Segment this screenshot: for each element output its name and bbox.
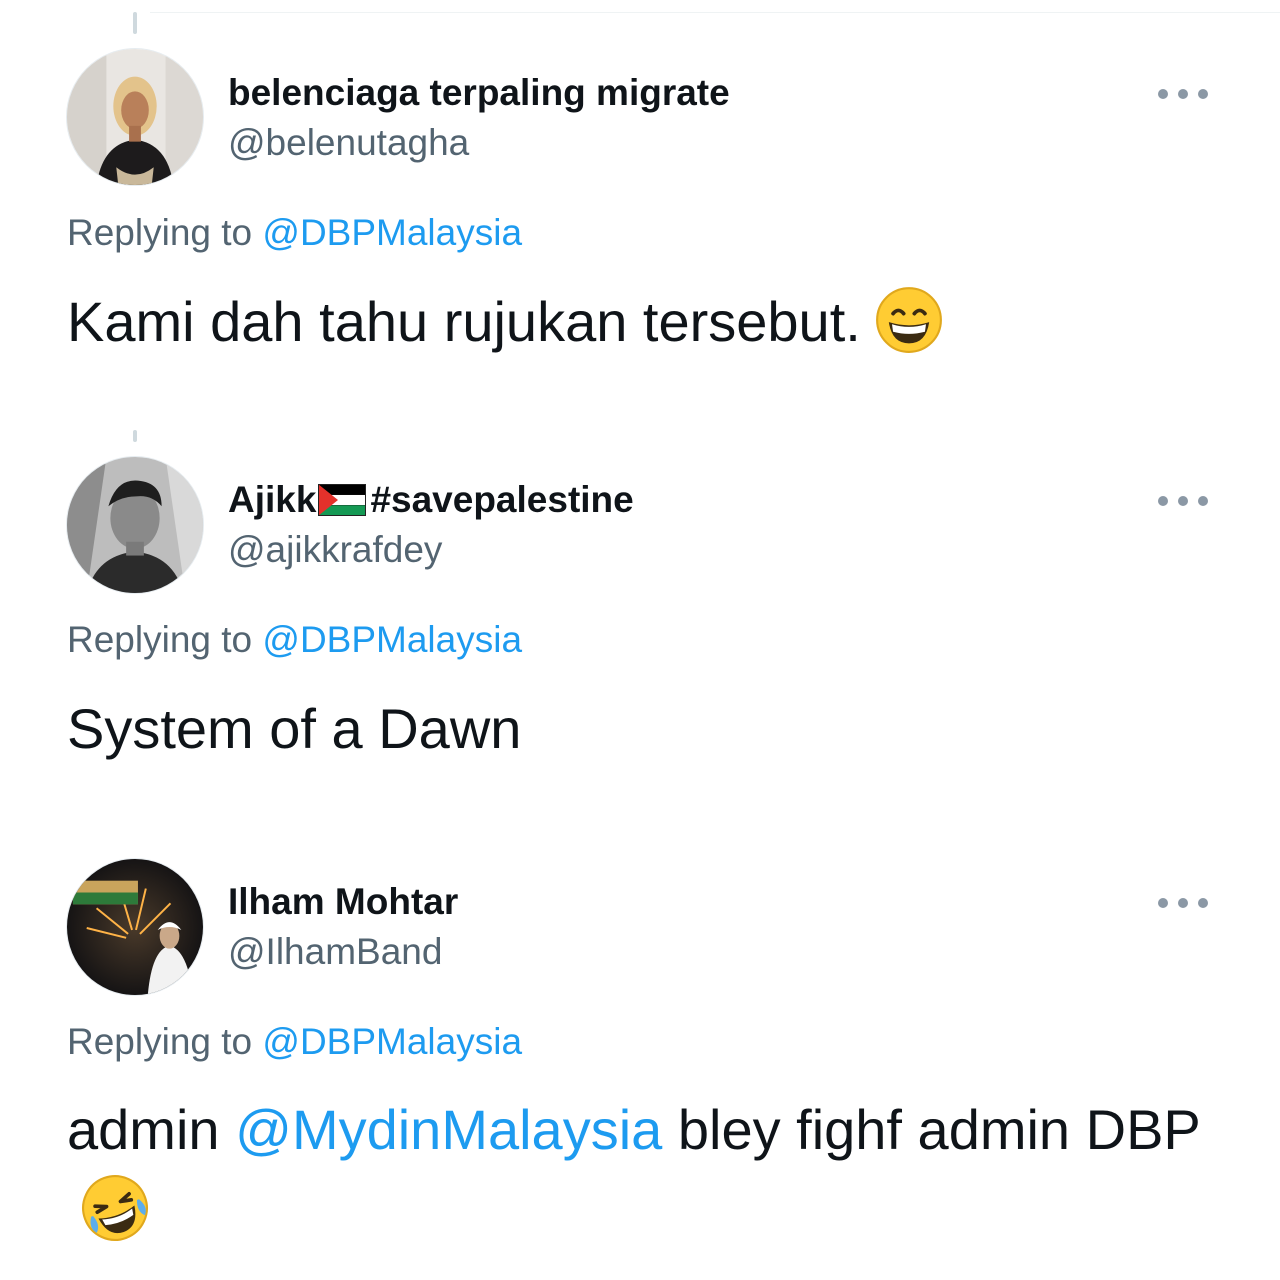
display-name-text: Ilham Mohtar [228,881,459,922]
handle[interactable]: @ajikkrafdey [228,528,442,572]
more-dot-icon [1158,496,1168,506]
replying-to-mention-link[interactable]: @DBPMalaysia [262,1021,522,1062]
more-dot-icon [1198,496,1208,506]
more-dot-icon [1198,898,1208,908]
more-options-button[interactable] [1158,491,1208,511]
avatar[interactable] [66,456,204,594]
tweet-3[interactable]: Ilham Mohtar @IlhamBand Replying to @DBP… [0,800,1280,1280]
display-name[interactable]: belenciaga terpaling migrate [228,71,730,115]
more-options-button[interactable] [1158,84,1208,104]
replying-to-mention-link[interactable]: @DBPMalaysia [262,619,522,660]
avatar-image [67,859,203,995]
replying-to: Replying to @DBPMalaysia [67,1020,522,1064]
display-name[interactable]: Ilham Mohtar [228,880,458,924]
tweet-2[interactable]: Ajikk #savepalestine @ajikkrafdey Replyi… [0,400,1280,800]
replying-prefix: Replying to [67,212,263,253]
more-dot-icon [1178,898,1188,908]
avatar-image [67,49,203,185]
display-name-suffix: #savepalestine [370,479,634,520]
more-dot-icon [1158,89,1168,99]
more-dot-icon [1198,89,1208,99]
tweet-text-post: bley fighf admin DBP [662,1098,1201,1161]
tweet-mention-link[interactable]: @MydinMalaysia [235,1098,662,1161]
tweet-text-pre: admin [67,1098,236,1161]
rolling-laughing-emoji-icon [82,1175,148,1242]
palestine-flag-icon [318,484,367,516]
thread-line [133,430,137,442]
avatar[interactable] [66,48,204,186]
tweet-text: Kami dah tahu rujukan tersebut. [67,282,1217,362]
replying-to: Replying to @DBPMalaysia [67,618,522,662]
more-dot-icon [1178,496,1188,506]
avatar[interactable] [66,858,204,996]
thread-line [133,12,137,34]
handle[interactable]: @IlhamBand [228,930,442,974]
replying-to: Replying to @DBPMalaysia [67,211,522,255]
handle[interactable]: @belenutagha [228,121,469,165]
display-name-text: belenciaga terpaling migrate [228,72,730,113]
replying-prefix: Replying to [67,1021,263,1062]
more-options-button[interactable] [1158,893,1208,913]
tweet-text-content: Kami dah tahu rujukan tersebut. [67,290,861,353]
replying-to-mention-link[interactable]: @DBPMalaysia [262,212,522,253]
display-name[interactable]: Ajikk #savepalestine [228,478,634,522]
avatar-image [67,457,203,593]
tweet-1[interactable]: belenciaga terpaling migrate @belenutagh… [0,0,1280,400]
grinning-face-emoji-icon [875,287,942,354]
tweet-text: admin @MydinMalaysia bley fighf admin DB… [67,1090,1217,1250]
tweet-text: System of a Dawn [67,689,1217,769]
display-name-text: Ajikk [228,479,317,520]
replying-prefix: Replying to [67,619,263,660]
tweet-text-content: System of a Dawn [67,697,522,760]
more-dot-icon [1158,898,1168,908]
more-dot-icon [1178,89,1188,99]
